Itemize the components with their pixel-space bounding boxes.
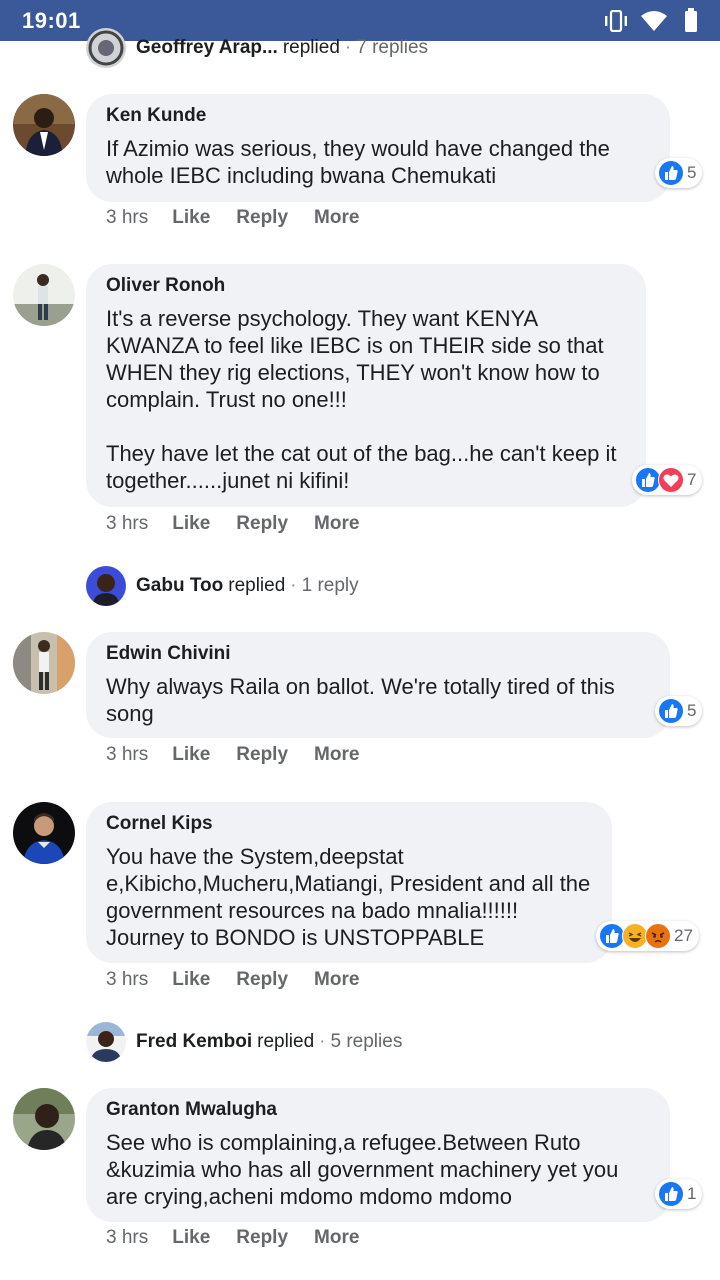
battery-icon	[685, 8, 697, 32]
like-icon	[658, 698, 684, 724]
separator-dot: ·	[290, 575, 297, 596]
reaction-count: 1	[687, 1184, 697, 1203]
comment-time: 3 hrs	[106, 744, 149, 765]
comment-actions: 3 hrs Like Reply More	[106, 207, 385, 229]
more-button[interactable]: More	[314, 1227, 359, 1249]
angry-icon	[645, 923, 671, 949]
avatar[interactable]	[13, 802, 75, 864]
separator-dot: ·	[319, 1031, 326, 1052]
reaction-summary[interactable]: 7	[632, 465, 703, 495]
comment-author[interactable]: Ken Kunde	[106, 104, 650, 128]
avatar[interactable]	[13, 94, 75, 156]
reaction-count: 5	[687, 701, 697, 720]
reply-author[interactable]: Geoffrey Arap...	[136, 37, 278, 59]
reaction-count: 27	[674, 926, 693, 945]
reply-summary[interactable]: Fred Kemboi replied · 5 replies	[86, 1022, 402, 1062]
status-icons	[602, 8, 702, 34]
reaction-summary[interactable]: 5	[655, 158, 703, 188]
reply-button[interactable]: Reply	[236, 513, 288, 535]
reaction-summary[interactable]: 27	[596, 921, 699, 951]
avatar[interactable]	[13, 632, 75, 694]
reaction-summary[interactable]: 1	[655, 1179, 703, 1209]
reply-verb: replied	[257, 1031, 315, 1052]
love-icon	[658, 467, 684, 493]
reply-count[interactable]: 7 replies	[356, 37, 428, 59]
separator-dot: ·	[344, 37, 352, 58]
reply-summary-top[interactable]: Geoffrey Arap... replied · 7 replies	[86, 28, 428, 68]
reply-author[interactable]: Fred Kemboi	[136, 1031, 252, 1053]
comment-time: 3 hrs	[106, 969, 149, 990]
comment-bubble[interactable]: Ken Kunde If Azimio was serious, they wo…	[86, 94, 670, 202]
more-button[interactable]: More	[314, 207, 359, 229]
avatar	[86, 28, 126, 68]
like-button[interactable]: Like	[172, 969, 210, 991]
reply-button[interactable]: Reply	[236, 969, 288, 991]
like-button[interactable]: Like	[172, 1227, 210, 1249]
comment-text: You have the System,deepstat e,Kibicho,M…	[106, 844, 591, 950]
avatar	[86, 566, 126, 606]
like-button[interactable]: Like	[172, 207, 210, 229]
avatar[interactable]	[13, 264, 75, 326]
comment-bubble[interactable]: Cornel Kips You have the System,deepstat…	[86, 802, 612, 963]
like-button[interactable]: Like	[172, 744, 210, 766]
comment-text: It's a reverse psychology. They want KEN…	[106, 306, 617, 493]
comment-actions: 3 hrs Like Reply More	[106, 1227, 385, 1249]
reaction-count: 7	[687, 470, 697, 489]
reply-count[interactable]: 1 reply	[302, 575, 359, 597]
more-button[interactable]: More	[314, 744, 359, 766]
reply-button[interactable]: Reply	[236, 744, 288, 766]
reply-author[interactable]: Gabu Too	[136, 575, 223, 597]
like-icon	[658, 1181, 684, 1207]
reply-button[interactable]: Reply	[236, 1227, 288, 1249]
comment-author[interactable]: Granton Mwalugha	[106, 1098, 650, 1122]
comment-time: 3 hrs	[106, 1227, 149, 1248]
comment-text: If Azimio was serious, they would have c…	[106, 136, 610, 188]
comment-text: Why always Raila on ballot. We're totall…	[106, 674, 615, 726]
comment-author[interactable]: Edwin Chivini	[106, 642, 650, 666]
reply-count[interactable]: 5 replies	[331, 1031, 403, 1053]
comment-time: 3 hrs	[106, 207, 149, 228]
like-button[interactable]: Like	[172, 513, 210, 535]
reaction-summary[interactable]: 5	[655, 696, 703, 726]
comment-text: See who is complaining,a refugee.Between…	[106, 1130, 619, 1209]
reply-verb: replied	[228, 575, 286, 596]
avatar	[86, 1022, 126, 1062]
vibrate-icon	[605, 10, 627, 32]
reply-verb: replied	[282, 37, 340, 58]
status-time: 19:01	[22, 8, 81, 33]
comment-actions: 3 hrs Like Reply More	[106, 969, 385, 991]
reply-summary[interactable]: Gabu Too replied · 1 reply	[86, 566, 359, 606]
comment-bubble[interactable]: Oliver Ronoh It's a reverse psychology. …	[86, 264, 646, 507]
wifi-icon	[641, 11, 667, 31]
more-button[interactable]: More	[314, 969, 359, 991]
like-icon	[658, 160, 684, 186]
comment-time: 3 hrs	[106, 513, 149, 534]
comment-actions: 3 hrs Like Reply More	[106, 513, 385, 535]
comment-bubble[interactable]: Granton Mwalugha See who is complaining,…	[86, 1088, 670, 1222]
reaction-count: 5	[687, 163, 697, 182]
avatar[interactable]	[13, 1088, 75, 1150]
comment-author[interactable]: Oliver Ronoh	[106, 274, 626, 298]
more-button[interactable]: More	[314, 513, 359, 535]
reply-button[interactable]: Reply	[236, 207, 288, 229]
comment-bubble[interactable]: Edwin Chivini Why always Raila on ballot…	[86, 632, 670, 738]
comment-author[interactable]: Cornel Kips	[106, 812, 592, 836]
comment-actions: 3 hrs Like Reply More	[106, 744, 385, 766]
